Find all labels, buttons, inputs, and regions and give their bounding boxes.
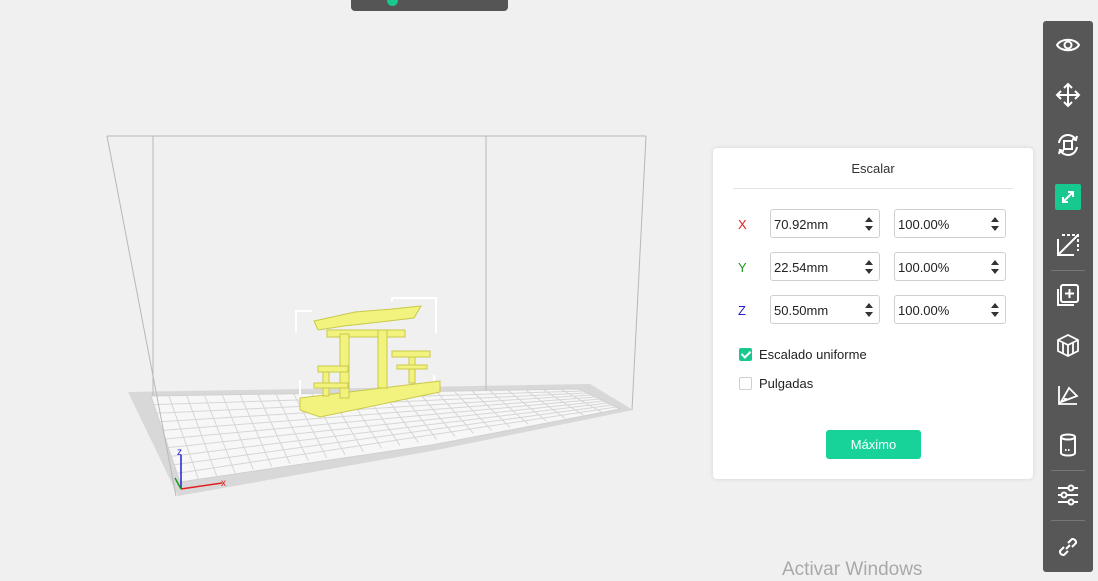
x-percent-stepper-icon[interactable] [991, 217, 999, 231]
z-percent-value: 100.00% [898, 303, 950, 318]
z-size-input[interactable]: 50.50mm [770, 295, 880, 324]
y-size-input[interactable]: 22.54mm [770, 252, 880, 281]
z-percent-input[interactable]: 100.00% [894, 295, 1006, 324]
x-size-input[interactable]: 70.92mm [770, 209, 880, 238]
y-size-value: 22.54mm [774, 260, 829, 275]
windows-activation-watermark: Activar Windows [782, 559, 923, 580]
x-size-stepper-icon[interactable] [865, 217, 873, 231]
axis-x-label: X [738, 217, 747, 232]
uniform-scaling-checkbox[interactable] [739, 348, 752, 361]
panel-title: Escalar [851, 161, 895, 176]
eye-icon[interactable] [1052, 29, 1084, 61]
panel-divider [733, 188, 1013, 189]
flatten-icon[interactable] [1052, 379, 1084, 411]
z-percent-stepper-icon[interactable] [991, 303, 999, 317]
axis-y-label: Y [738, 260, 747, 275]
x-percent-value: 100.00% [898, 217, 950, 232]
inches-label: Pulgadas [759, 376, 814, 391]
toolbar-divider [1051, 270, 1085, 271]
toolbar-divider [1051, 470, 1085, 471]
z-size-stepper-icon[interactable] [865, 303, 873, 317]
y-percent-stepper-icon[interactable] [991, 260, 999, 274]
rotate-icon[interactable] [1052, 129, 1084, 161]
axis-z-label: Z [738, 303, 746, 318]
uniform-scaling-label: Escalado uniforme [759, 347, 867, 362]
x-size-value: 70.92mm [774, 217, 829, 232]
add-model-icon[interactable] [1052, 279, 1084, 311]
y-size-stepper-icon[interactable] [865, 260, 873, 274]
axis-label-z: z [177, 447, 182, 458]
settings-sliders-icon[interactable] [1052, 479, 1084, 511]
axis-label-x: x [221, 478, 226, 489]
cylinder-icon[interactable] [1052, 429, 1084, 461]
x-percent-input[interactable]: 100.00% [894, 209, 1006, 238]
right-toolbar [1043, 21, 1093, 572]
z-size-value: 50.50mm [774, 303, 829, 318]
y-percent-value: 100.00% [898, 260, 950, 275]
move-icon[interactable] [1052, 79, 1084, 111]
link-icon[interactable] [1052, 531, 1084, 563]
toolbar-divider [1051, 520, 1085, 521]
scale-icon[interactable] [1055, 184, 1081, 210]
y-percent-input[interactable]: 100.00% [894, 252, 1006, 281]
inches-checkbox[interactable] [739, 377, 752, 390]
3d-viewport[interactable]: z x [0, 0, 700, 581]
scale-panel: Escalar X 70.92mm 100.00% Y 22.54mm 100.… [713, 148, 1033, 479]
support-icon[interactable] [1052, 329, 1084, 361]
max-button[interactable]: Máximo [826, 430, 921, 459]
cut-icon[interactable] [1052, 229, 1084, 261]
